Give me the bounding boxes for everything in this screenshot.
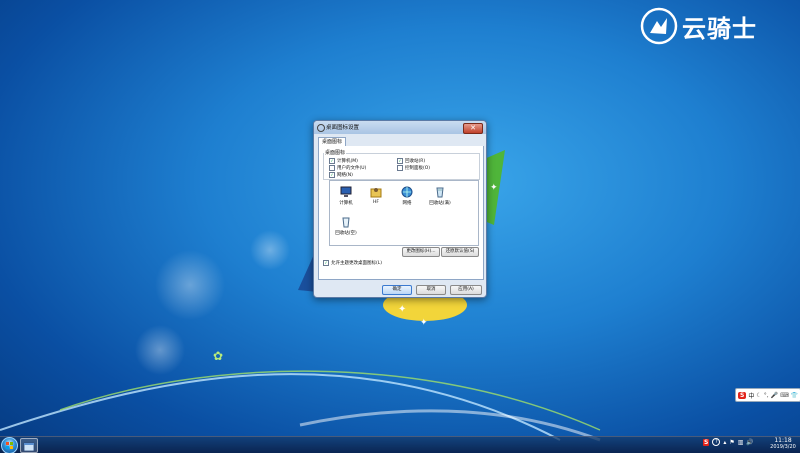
light-bubble	[155, 250, 225, 320]
checkbox-recycle-bin[interactable]: ✓ 回收站(R)	[397, 158, 425, 164]
icon-label: HF	[373, 200, 379, 205]
keyboard-icon[interactable]: ⌨	[780, 392, 789, 399]
clock-time: 11:18	[774, 437, 792, 444]
watermark-text: 云骑士	[682, 14, 757, 43]
microphone-icon[interactable]: 🎤	[771, 392, 778, 399]
moon-icon[interactable]: ☾	[756, 392, 761, 399]
checkbox-computer[interactable]: ✓ 计算机(M)	[329, 158, 358, 164]
checkbox-box[interactable]: ✓	[323, 260, 329, 266]
list-item[interactable]: 网络	[394, 186, 420, 206]
desktop-icon-settings-dialog: 桌面图标设置 ✕ 桌面图标 桌面图标 ✓ 计算机(M) ✓ 回收站(R) 用户的…	[313, 120, 487, 298]
svg-text:✦: ✦	[398, 304, 406, 315]
dialog-title: 桌面图标设置	[326, 125, 360, 131]
close-icon: ✕	[470, 124, 476, 132]
network-tray-icon[interactable]: ▥	[738, 439, 744, 446]
checkbox-label: 回收站(R)	[405, 159, 426, 164]
sogou-tray-icon[interactable]: S	[703, 438, 710, 446]
tab-panel: 桌面图标 ✓ 计算机(M) ✓ 回收站(R) 用户的文件(U) 控制面板(O) …	[318, 146, 484, 280]
system-tray: S ? ▴ ⚑ ▥ 🔊	[703, 438, 754, 446]
ime-mode-toggle[interactable]: 中	[748, 391, 754, 400]
checkbox-label: 允许主题更改桌面图标(L)	[331, 261, 383, 266]
checkbox-label: 控制面板(O)	[405, 166, 431, 171]
checkbox-network[interactable]: ✓ 网络(N)	[329, 172, 353, 178]
user-folder-icon	[370, 186, 382, 198]
tab-desktop-icons[interactable]: 桌面图标	[318, 137, 347, 146]
action-center-flag-icon[interactable]: ⚑	[729, 439, 734, 446]
icon-label: 计算机	[339, 201, 353, 206]
skin-icon[interactable]: 👕	[791, 392, 798, 399]
recycle-bin-full-icon	[434, 186, 446, 198]
punctuation-icon[interactable]: °,	[764, 392, 769, 399]
checkbox-label: 网络(N)	[337, 173, 353, 178]
start-button[interactable]	[1, 437, 18, 453]
clock-date: 2019/3/20	[770, 444, 796, 450]
groupbox-title: 桌面图标	[324, 149, 347, 156]
svg-text:✦: ✦	[490, 183, 498, 193]
taskbar-app-desktop-icon-settings[interactable]	[20, 438, 38, 453]
icon-label: 回收站(空)	[335, 231, 357, 236]
list-item[interactable]: 回收站(空)	[333, 216, 359, 236]
close-button[interactable]: ✕	[463, 123, 483, 134]
windows-logo-icon	[6, 442, 13, 449]
recycle-bin-empty-icon	[340, 216, 352, 228]
checkbox-allow-themes[interactable]: ✓ 允许主题更改桌面图标(L)	[323, 260, 382, 266]
show-hidden-icons-icon[interactable]: ▴	[723, 439, 726, 446]
dialog-titlebar[interactable]: 桌面图标设置 ✕	[314, 121, 486, 134]
svg-text:✦: ✦	[420, 318, 428, 328]
checkbox-control-panel[interactable]: 控制面板(O)	[397, 165, 430, 171]
checkbox-box[interactable]	[397, 165, 403, 171]
taskbar	[0, 436, 800, 453]
checkbox-label: 计算机(M)	[337, 159, 358, 164]
checkbox-user-files[interactable]: 用户的文件(U)	[329, 165, 366, 171]
cancel-button[interactable]: 取消	[416, 285, 446, 295]
list-item[interactable]: HF	[363, 186, 389, 205]
icon-label: 网络	[402, 201, 412, 206]
ok-button[interactable]: 确定	[382, 285, 412, 295]
wallpaper-swirl	[0, 373, 561, 441]
sogou-logo-icon[interactable]: S	[738, 391, 747, 399]
light-bubble	[135, 325, 185, 375]
restore-default-button[interactable]: 还原默认值(S)	[441, 247, 479, 257]
checkbox-box[interactable]: ✓	[329, 158, 335, 164]
volume-icon[interactable]: 🔊	[746, 439, 753, 446]
svg-text:✿: ✿	[213, 349, 223, 363]
checkbox-box[interactable]	[329, 165, 335, 171]
computer-icon	[340, 186, 352, 198]
desktop[interactable]: ✦ ✦ ✿ ✦ 云骑士 桌面图标设置 ✕ 桌面图标 桌面图标 ✓ 计算机(M)	[0, 0, 800, 453]
list-item[interactable]: 计算机	[333, 186, 359, 206]
knight-logo-icon	[640, 7, 678, 45]
checkbox-label: 用户的文件(U)	[337, 166, 367, 171]
network-icon	[401, 186, 413, 198]
clock[interactable]: 11:18 2019/3/20	[768, 437, 798, 451]
dialog-app-icon	[317, 124, 325, 132]
light-bubble	[250, 230, 290, 270]
icon-label: 回收站(满)	[429, 201, 451, 206]
icon-list[interactable]: 计算机 HF 网络 回收站(满) 回收站(空)	[329, 180, 479, 246]
list-item[interactable]: 回收站(满)	[427, 186, 453, 206]
help-icon[interactable]: ?	[712, 438, 721, 446]
watermark: 云骑士	[640, 6, 757, 46]
change-icon-button[interactable]: 更改图标(H)...	[402, 247, 440, 257]
ime-toolbar[interactable]: S 中 ☾ °, 🎤 ⌨ 👕 ▦	[735, 388, 800, 402]
window-icon	[23, 442, 35, 452]
checkbox-box[interactable]: ✓	[397, 158, 403, 164]
apply-button[interactable]: 应用(A)	[450, 285, 482, 295]
checkbox-box[interactable]: ✓	[329, 172, 335, 178]
